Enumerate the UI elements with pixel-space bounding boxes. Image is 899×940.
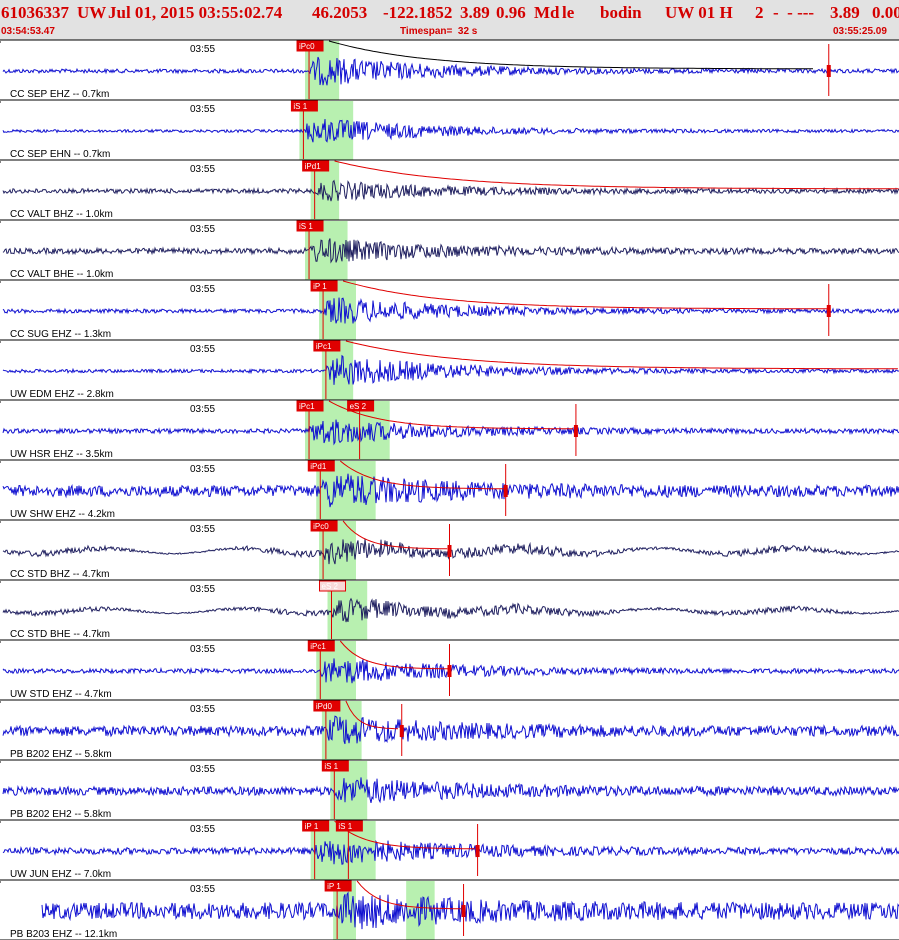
time-tick-label: 03:55 xyxy=(190,404,215,415)
station-label: UW STD EHZ -- 4.7km xyxy=(10,689,112,700)
pick-label: eS 2 xyxy=(350,402,367,411)
station-label: CC STD BHE -- 4.7km xyxy=(10,629,110,640)
pick-label: iPc0 xyxy=(299,42,315,51)
waveform-trace xyxy=(2,118,899,143)
coda-fit-curve xyxy=(345,340,898,370)
waveform-trace xyxy=(2,297,899,324)
coda-end-blip xyxy=(826,305,831,317)
time-tick-label: 03:55 xyxy=(190,44,215,55)
time-tick-label: 03:55 xyxy=(190,224,215,235)
time-tick-label: 03:55 xyxy=(190,464,215,475)
pick-label: iPd0 xyxy=(316,702,333,711)
waveform-trace xyxy=(2,419,899,446)
station-label: UW HSR EHZ -- 3.5km xyxy=(10,449,113,460)
time-tick-label: 03:55 xyxy=(190,704,215,715)
coda-fit-curve xyxy=(328,40,813,70)
pick-label: iPc0 xyxy=(313,522,329,531)
seismogram-page: 61036337 UW Jul 01, 2015 03:55:02.74 46.… xyxy=(0,0,899,940)
time-tick-label: 03:55 xyxy=(190,764,215,775)
station-label: CC SEP EHZ -- 0.7km xyxy=(10,89,109,100)
pick-label: iPd1 xyxy=(305,162,322,171)
time-tick-label: 03:55 xyxy=(190,164,215,175)
time-tick-label: 03:55 xyxy=(190,884,215,895)
waveform-trace xyxy=(2,715,899,745)
pick-label: iPc1 xyxy=(299,402,315,411)
pick-label: iPc1 xyxy=(316,342,332,351)
pick-label: iP 1 xyxy=(305,822,319,831)
station-label: PB B202 EH2 -- 5.8km xyxy=(10,809,111,820)
station-label: CC SEP EHN -- 0.7km xyxy=(10,149,110,160)
pick-label: iPc1 xyxy=(310,642,326,651)
pick-label: iS 1 xyxy=(299,222,313,231)
pick-label: iS 1 xyxy=(338,822,352,831)
coda-end-blip xyxy=(475,845,480,857)
pick-label: iS 1 xyxy=(293,102,307,111)
coda-end-blip xyxy=(447,545,452,557)
coda-fit-curve xyxy=(334,160,899,190)
time-tick-label: 03:55 xyxy=(190,644,215,655)
waveform-trace xyxy=(2,354,899,385)
time-tick-label: 03:55 xyxy=(190,584,215,595)
station-label: PB B202 EHZ -- 5.8km xyxy=(10,749,112,760)
station-label: UW JUN EHZ -- 7.0km xyxy=(10,869,111,880)
time-tick-label: 03:55 xyxy=(190,284,215,295)
station-label: CC STD BHZ -- 4.7km xyxy=(10,569,109,580)
station-label: PB B203 EHZ -- 12.1km xyxy=(10,929,117,940)
coda-end-blip xyxy=(399,725,404,737)
waveform-trace xyxy=(2,597,899,623)
station-label: CC SUG EHZ -- 1.3km xyxy=(10,329,111,340)
pick-label: iS 1 xyxy=(324,762,338,771)
waveform-trace xyxy=(2,179,899,202)
seismogram-chart: 03:55 iPc0 CC SEP EHZ -- 0.7km 03:55 iS 1 CC … xyxy=(0,39,899,940)
station-label: UW EDM EHZ -- 2.8km xyxy=(10,389,114,400)
pick-label: iP 1 xyxy=(313,282,327,291)
waveform-trace xyxy=(2,473,899,508)
station-label: CC VALT BHE -- 1.0km xyxy=(10,269,113,280)
coda-end-blip xyxy=(447,665,452,677)
coda-end-blip xyxy=(573,425,578,437)
station-label: CC VALT BHZ -- 1.0km xyxy=(10,209,113,220)
waveform-trace xyxy=(2,777,899,804)
coda-end-blip xyxy=(503,485,508,497)
coda-end-blip xyxy=(461,905,466,917)
pick-label: iPd1 xyxy=(310,462,327,471)
coda-fit-curve xyxy=(342,280,828,310)
time-tick-label: 03:55 xyxy=(190,344,215,355)
pick-label: iP 1 xyxy=(327,882,341,891)
time-tick-label: 03:55 xyxy=(190,104,215,115)
pick-label: eS 2 xyxy=(322,582,339,591)
waveform-trace xyxy=(2,238,899,264)
time-tick-label: 03:55 xyxy=(190,824,215,835)
waveform-trace xyxy=(2,839,899,865)
waveform-trace xyxy=(41,891,899,930)
time-tick-label: 03:55 xyxy=(190,524,215,535)
station-label: UW SHW EHZ -- 4.2km xyxy=(10,509,115,520)
coda-end-blip xyxy=(826,65,831,77)
